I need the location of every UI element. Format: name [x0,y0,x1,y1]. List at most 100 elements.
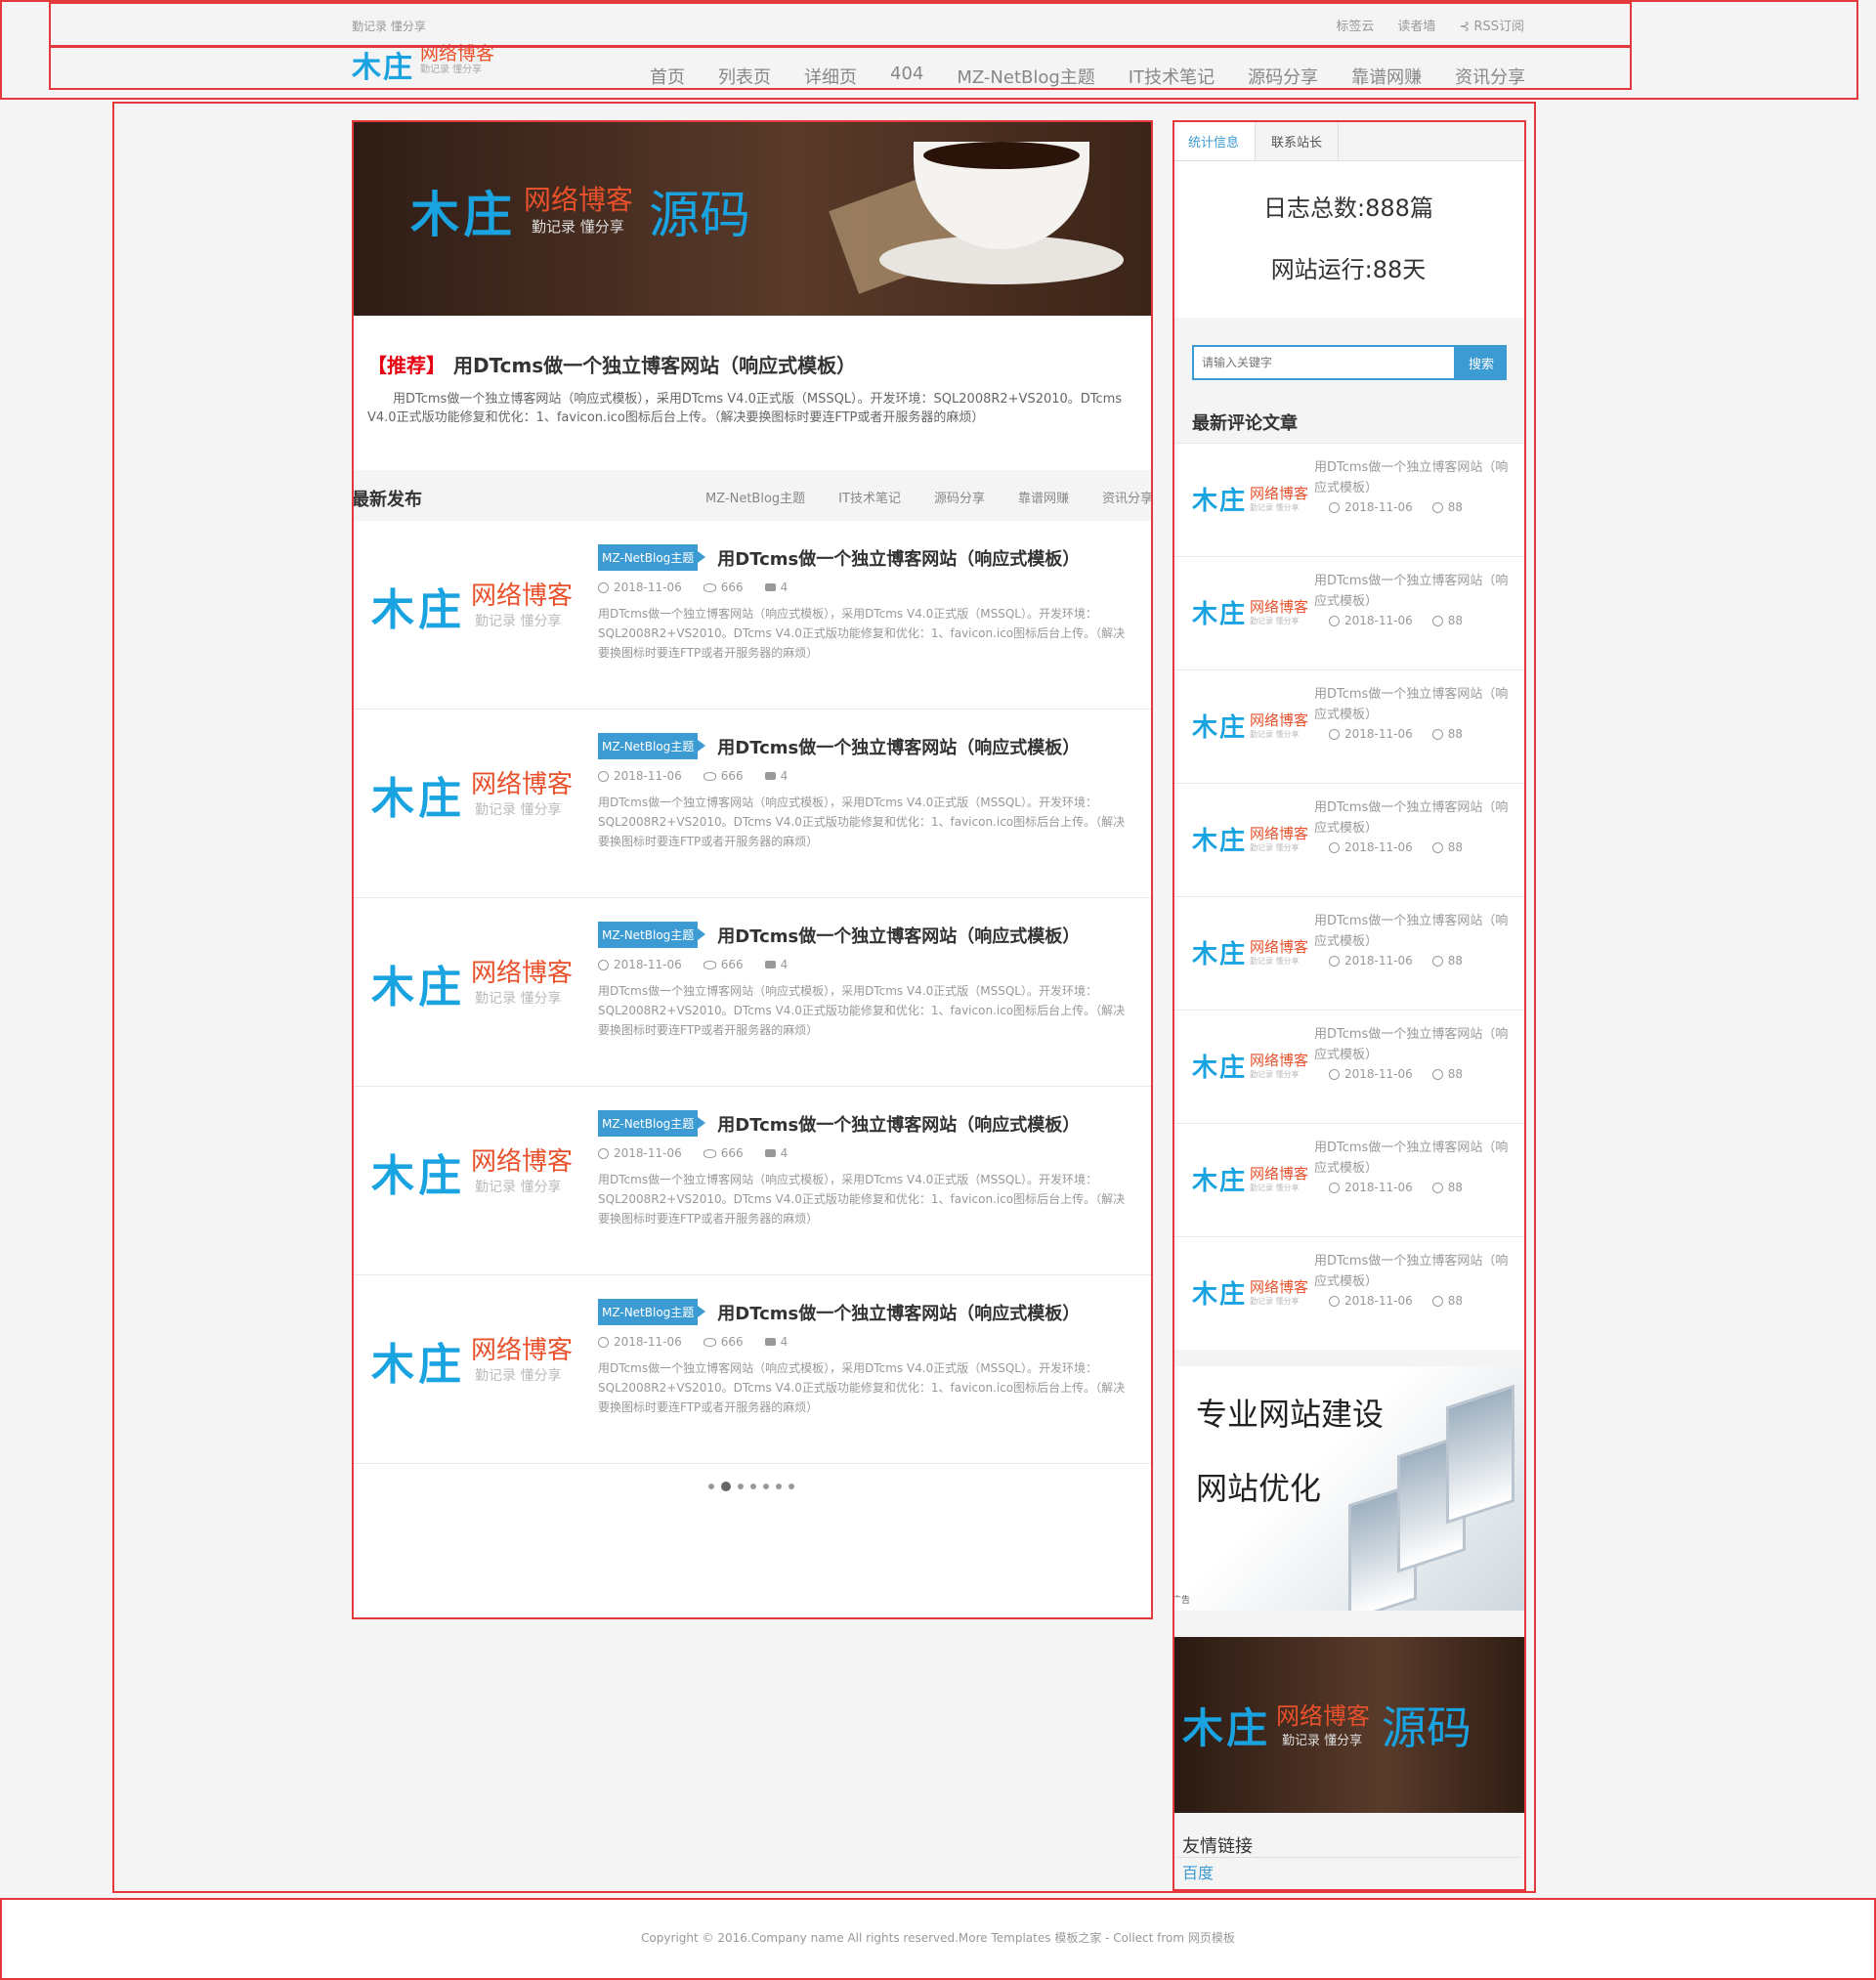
ad-web-building[interactable]: 专业网站建设 网站优化 广告 [1172,1366,1524,1611]
article-thumbnail[interactable]: 木庄 网络博客 勤记录 懂分享 [371,575,573,637]
thumb-logo-name: 网络博客 [1250,1164,1309,1183]
comment-article-title[interactable]: 用DTcms做一个独立博客网站（响应式模板） [1314,684,1514,725]
site-logo[interactable]: 木庄 网络博客 勤记录 懂分享 [352,43,494,86]
category-badge[interactable]: MZ-NetBlog主题 [598,922,706,948]
comment-thumbnail[interactable]: 木庄 网络博客 勤记录 懂分享 [1192,594,1308,630]
category-badge[interactable]: MZ-NetBlog主题 [598,1299,706,1325]
cat-news[interactable]: 资讯分享 [1102,488,1153,506]
article-desc: 用DTcms做一个独立博客网站（响应式模板），采用DTcms V4.0正式版（M… [598,984,1126,1037]
comment-article-title[interactable]: 用DTcms做一个独立博客网站（响应式模板） [1314,911,1514,952]
comment-thumbnail[interactable]: 木庄 网络博客 勤记录 懂分享 [1192,1161,1308,1197]
article-thumbnail[interactable]: 木庄 网络博客 勤记录 懂分享 [371,1141,573,1203]
comment-article-title[interactable]: 用DTcms做一个独立博客网站（响应式模板） [1314,1138,1514,1179]
comment-thumbnail[interactable]: 木庄 网络博客 勤记录 懂分享 [1192,1274,1308,1311]
page-dot[interactable] [763,1484,769,1489]
article-comments: 4 [780,958,789,971]
category-badge[interactable]: MZ-NetBlog主题 [598,544,706,571]
nav-404[interactable]: 404 [890,64,923,89]
tag-cloud-link[interactable]: 标签云 [1336,16,1374,34]
page-dot[interactable] [776,1484,782,1489]
article-title[interactable]: 用DTcms做一个独立博客网站（响应式模板） [717,1300,1080,1325]
comment-article-title[interactable]: 用DTcms做一个独立博客网站（响应式模板） [1314,1251,1514,1292]
search-input[interactable] [1192,345,1456,380]
article-desc: 用DTcms做一个独立博客网站（响应式模板），采用DTcms V4.0正式版（M… [598,796,1126,848]
comment-thumbnail[interactable]: 木庄 网络博客 勤记录 懂分享 [1192,1048,1308,1084]
cat-it-notes[interactable]: IT技术笔记 [838,488,901,506]
article-title[interactable]: 用DTcms做一个独立博客网站（响应式模板） [717,923,1080,948]
main-column: 木庄 网络博客 勤记录 懂分享 源码 【推荐】 用DTcms做一个独立博客网站（响… [352,120,1153,1619]
thumb-logo-tagline: 勤记录 懂分享 [1250,616,1300,625]
nav-home[interactable]: 首页 [650,64,685,89]
comment-article-item: 木庄 网络博客 勤记录 懂分享 用DTcms做一个独立博客网站（响应式模板） 2018-… [1172,1123,1524,1236]
latest-header: 最新发布 MZ-NetBlog主题 IT技术笔记 源码分享 靠谱网赚 资讯分享 [352,470,1153,521]
clock-icon [1329,1182,1340,1193]
eye-icon [703,1337,716,1347]
page-dot[interactable] [738,1484,744,1489]
comment-thumbnail[interactable]: 木庄 网络博客 勤记录 懂分享 [1192,481,1308,517]
nav-mz-netblog[interactable]: MZ-NetBlog主题 [957,64,1094,89]
comment-icon [764,961,776,968]
comment-thumbnail[interactable]: 木庄 网络博客 勤记录 懂分享 [1192,934,1308,970]
nav-it-notes[interactable]: IT技术笔记 [1129,64,1215,89]
clock-icon [598,959,609,970]
page-dot[interactable] [750,1484,756,1489]
cat-earn[interactable]: 靠谱网赚 [1018,488,1069,506]
cat-source-share[interactable]: 源码分享 [934,488,985,506]
comment-thumbnail[interactable]: 木庄 网络博客 勤记录 懂分享 [1192,708,1308,744]
reader-wall-link[interactable]: 读者墙 [1397,16,1435,34]
article-thumbnail[interactable]: 木庄 网络博客 勤记录 懂分享 [371,763,573,826]
dashboard-icon [1431,615,1443,626]
thumb-logo-main: 木庄 [1192,827,1248,856]
comment-article-item: 木庄 网络博客 勤记录 懂分享 用DTcms做一个独立博客网站（响应式模板） 2018-… [1172,556,1524,669]
article-views: 666 [720,581,744,594]
page-dot[interactable] [789,1484,794,1489]
comment-article-item: 木庄 网络博客 勤记录 懂分享 用DTcms做一个独立博客网站（响应式模板） 2018-… [1172,896,1524,1010]
nav-detail[interactable]: 详细页 [804,64,857,89]
category-badge[interactable]: MZ-NetBlog主题 [598,733,706,759]
clock-icon [598,770,609,782]
logo-main: 木庄 [352,51,414,85]
comment-article-title[interactable]: 用DTcms做一个独立博客网站（响应式模板） [1314,457,1514,498]
sidebar-tabs: 统计信息 联系站长 [1172,120,1524,161]
comment-article-title[interactable]: 用DTcms做一个独立博客网站（响应式模板） [1314,571,1514,612]
comment-article-title[interactable]: 用DTcms做一个独立博客网站（响应式模板） [1314,1024,1514,1065]
ad2-word: 源码 [1382,1701,1472,1754]
article-title[interactable]: 用DTcms做一个独立博客网站（响应式模板） [717,1111,1080,1137]
nav-list[interactable]: 列表页 [718,64,771,89]
search-button[interactable]: 搜索 [1456,345,1507,380]
tab-contact[interactable]: 联系站长 [1256,120,1340,160]
nav-source-share[interactable]: 源码分享 [1248,64,1318,89]
article-thumbnail[interactable]: 木庄 网络博客 勤记录 懂分享 [371,952,573,1014]
thumb-logo-main: 木庄 [1192,487,1248,516]
comment-article-date: 2018-11-06 [1344,614,1413,627]
article-title[interactable]: 用DTcms做一个独立博客网站（响应式模板） [717,545,1080,571]
article-comments: 4 [780,1335,789,1349]
comment-article-date: 2018-11-06 [1344,500,1413,514]
nav-earn[interactable]: 靠谱网赚 [1351,64,1422,89]
ad-source-banner[interactable]: 木庄 网络博客 勤记录 懂分享 源码 [1172,1637,1524,1813]
dashboard-icon [1431,1068,1443,1080]
page-dot-active[interactable] [721,1482,731,1491]
comment-count: 88 [1447,727,1464,741]
article-desc: 用DTcms做一个独立博客网站（响应式模板），采用DTcms V4.0正式版（M… [598,1173,1126,1226]
tab-stats[interactable]: 统计信息 [1172,120,1257,160]
thumb-logo-tagline: 勤记录 懂分享 [475,614,562,629]
category-badge[interactable]: MZ-NetBlog主题 [598,1110,706,1137]
banner[interactable]: 木庄 网络博客 勤记录 懂分享 源码 [352,120,1153,316]
article-title[interactable]: 用DTcms做一个独立博客网站（响应式模板） [717,734,1080,759]
comment-count: 88 [1447,1294,1464,1308]
nav-news[interactable]: 资讯分享 [1455,64,1525,89]
rss-link[interactable]: ⊰ RSS订阅 [1459,16,1524,34]
clock-icon [1329,841,1340,853]
thumb-logo-name: 网络博客 [1250,1277,1309,1296]
page-dot[interactable] [708,1484,714,1489]
friend-link-baidu[interactable]: 百度 [1182,1860,1214,1883]
comment-count: 88 [1447,614,1464,627]
recommend-title[interactable]: 【推荐】 用DTcms做一个独立博客网站（响应式模板） [367,350,1137,378]
cat-mz-netblog[interactable]: MZ-NetBlog主题 [705,488,805,506]
comment-thumbnail[interactable]: 木庄 网络博客 勤记录 懂分享 [1192,821,1308,857]
thumb-logo-tagline: 勤记录 懂分享 [475,802,562,818]
comment-article-title[interactable]: 用DTcms做一个独立博客网站（响应式模板） [1314,797,1514,839]
article-thumbnail[interactable]: 木庄 网络博客 勤记录 懂分享 [371,1329,573,1392]
thumb-logo-name: 网络博客 [1250,1051,1309,1069]
